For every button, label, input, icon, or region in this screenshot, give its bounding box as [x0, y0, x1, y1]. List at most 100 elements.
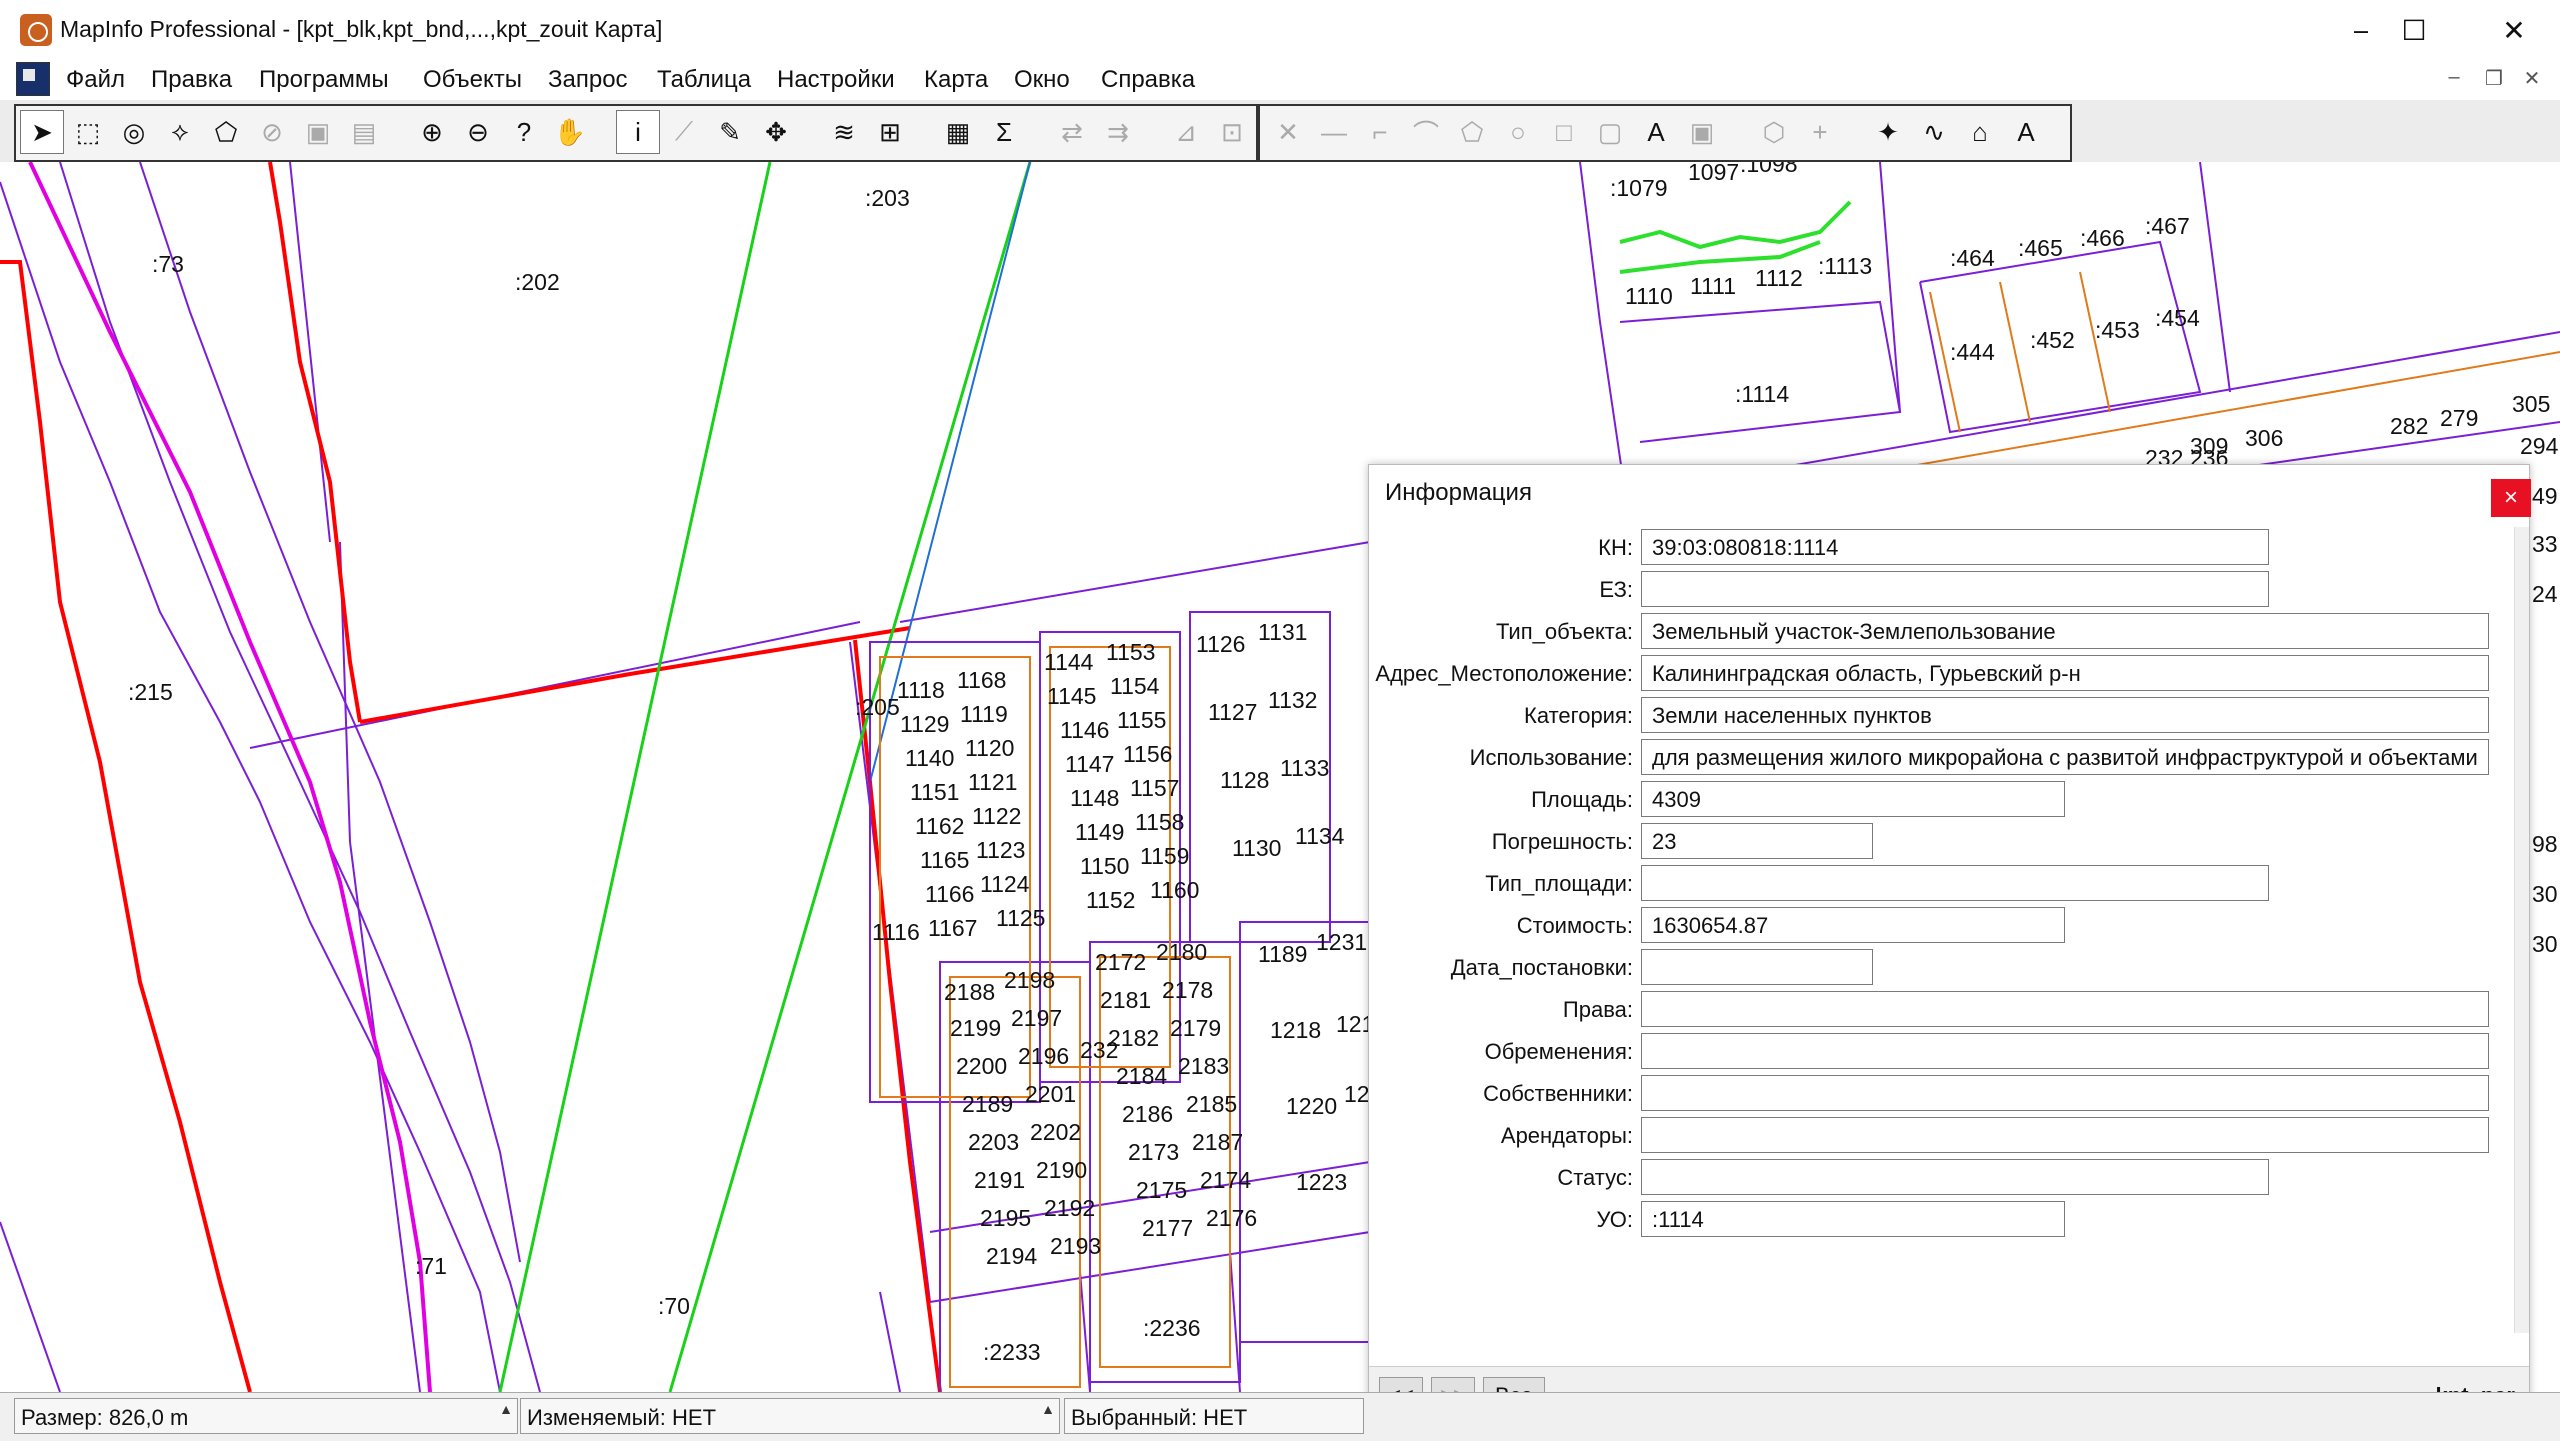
statistics-icon[interactable]: Σ — [982, 110, 1026, 154]
menu-objects[interactable]: Объекты — [423, 66, 522, 94]
menu-file[interactable]: Файл — [66, 66, 125, 94]
info-tool-icon[interactable]: i — [616, 110, 660, 154]
line-tool-icon[interactable]: — — [1312, 110, 1356, 154]
info-field-value[interactable]: :1114 — [1641, 1201, 2065, 1237]
change-view-icon[interactable]: ? — [502, 110, 546, 154]
text-tool-icon[interactable]: A — [1634, 110, 1678, 154]
menu-help[interactable]: Справка — [1101, 66, 1195, 94]
menu-edit[interactable]: Правка — [151, 66, 232, 94]
polygon-select-icon[interactable]: ⟡ — [158, 110, 202, 154]
radius-select-icon[interactable]: ◎ — [112, 110, 156, 154]
browse-icon[interactable]: ▦ — [936, 110, 980, 154]
info-field-label-wrap: Тип_площади: — [1369, 863, 1633, 905]
info-field-label: Статус: — [1557, 1165, 1633, 1190]
ruler-icon[interactable]: ⟋ — [662, 110, 706, 154]
mdi-minimize-button[interactable]: – — [2436, 66, 2472, 94]
info-field-label-wrap: Арендаторы: — [1369, 1115, 1633, 1157]
label-tool-icon[interactable]: ✎ — [708, 110, 752, 154]
status-selected-layer[interactable]: Выбранный: НЕТ — [1064, 1398, 1364, 1434]
line-style-icon[interactable]: ∿ — [1912, 110, 1956, 154]
graph-select-icon[interactable]: ▣ — [296, 110, 340, 154]
redistrict-icon[interactable]: ⇉ — [1096, 110, 1140, 154]
parcel-number: 1128 — [1220, 767, 1269, 793]
info-field-value[interactable] — [1641, 949, 1873, 985]
status-editable-layer[interactable]: Изменяемый: НЕТ ▲ — [520, 1398, 1060, 1434]
invert-select-icon[interactable]: ⊘ — [250, 110, 294, 154]
info-field-value[interactable] — [1641, 865, 2269, 901]
grabber-hand-icon[interactable]: ✋ — [548, 110, 592, 154]
add-node-icon[interactable]: + — [1798, 110, 1842, 154]
info-scrollbar[interactable] — [2514, 527, 2529, 1333]
info-field-value[interactable]: 4309 — [1641, 781, 2065, 817]
hotlink-icon[interactable]: ⇄ — [1050, 110, 1094, 154]
layer-control-icon[interactable]: ≋ — [822, 110, 866, 154]
info-field-value[interactable]: 1630654.87 — [1641, 907, 2065, 943]
menu-query[interactable]: Запрос — [548, 66, 628, 94]
arc-tool-icon[interactable]: ⌒ — [1404, 110, 1448, 154]
rectangle-tool-icon[interactable]: □ — [1542, 110, 1586, 154]
drag-window-icon[interactable]: ✥ — [754, 110, 798, 154]
parcel-number: 1223 — [1296, 1169, 1347, 1195]
window-close-btn[interactable]: ✕ — [2468, 0, 2560, 60]
map-label: :466 — [2080, 225, 2125, 251]
mdi-restore-button[interactable]: ❐ — [2476, 66, 2512, 94]
marquee-select-icon[interactable]: ⬚ — [66, 110, 110, 154]
menu-window[interactable]: Окно — [1014, 66, 1070, 94]
info-field-value[interactable] — [1641, 991, 2489, 1027]
info-close-button[interactable]: × — [2491, 479, 2531, 517]
map-label: 282 — [2390, 413, 2428, 439]
menu-options[interactable]: Настройки — [777, 66, 895, 94]
map-label: :1079 — [1610, 175, 1668, 201]
graph-icon[interactable]: ⊿ — [1164, 110, 1208, 154]
info-field-value[interactable] — [1641, 1159, 2269, 1195]
layout-icon[interactable]: ⊡ — [1210, 110, 1254, 154]
info-field-value[interactable]: Калининградская область, Гурьевский р-н — [1641, 655, 2489, 691]
info-field-value[interactable] — [1641, 1033, 2489, 1069]
zoom-in-icon[interactable]: ⊕ — [410, 110, 454, 154]
info-field-value[interactable]: для размещения жилого микрорайона с разв… — [1641, 739, 2489, 775]
polygon-tool-icon[interactable]: ⬠ — [1450, 110, 1494, 154]
parcel-number: 1140 — [905, 745, 954, 771]
parcel-number: 2188 — [944, 979, 995, 1005]
info-field-label-wrap: Права: — [1369, 989, 1633, 1031]
parcel-number: 1148 — [1070, 785, 1119, 811]
text-style-icon[interactable]: A — [2004, 110, 2048, 154]
parcel-number: 1150 — [1080, 853, 1129, 879]
legend-icon[interactable]: ⊞ — [868, 110, 912, 154]
zoom-out-icon[interactable]: ⊖ — [456, 110, 500, 154]
mdi-close-button[interactable]: ✕ — [2514, 66, 2550, 94]
boundary-select-icon[interactable]: ⬠ — [204, 110, 248, 154]
document-window-icon[interactable] — [16, 62, 50, 96]
polyline-tool-icon[interactable]: ⌐ — [1358, 110, 1402, 154]
unselect-icon[interactable]: ▤ — [342, 110, 386, 154]
status-zoom-size[interactable]: Размер: 826,0 m ▲ — [14, 1398, 518, 1434]
parcel-number: 1144 — [1044, 649, 1094, 675]
reshape-icon[interactable]: ⬡ — [1752, 110, 1796, 154]
select-arrow-icon[interactable]: ➤ — [20, 110, 64, 154]
info-field-value[interactable] — [1641, 1075, 2489, 1111]
frame-tool-icon[interactable]: ▣ — [1680, 110, 1724, 154]
menu-programs[interactable]: Программы — [259, 66, 389, 94]
symbol-style-icon[interactable]: ⌂ — [1958, 110, 2002, 154]
info-field-value[interactable]: Земельный участок-Землепользование — [1641, 613, 2489, 649]
parcel-number: 33 — [2532, 531, 2558, 557]
info-field-value[interactable] — [1641, 1117, 2489, 1153]
map-label: :453 — [2095, 317, 2140, 343]
info-field-value[interactable]: 23 — [1641, 823, 1873, 859]
info-window[interactable]: Информация × КН: 39:03:080818:1114 ЕЗ: Тип_… — [1368, 464, 2531, 1426]
info-field-value[interactable] — [1641, 571, 2269, 607]
rounded-rect-tool-icon[interactable]: ▢ — [1588, 110, 1632, 154]
parcel-number: 2187 — [1192, 1129, 1243, 1155]
parcel-number: 1124 — [980, 871, 1030, 897]
symbol-tool-icon[interactable]: ✕ — [1266, 110, 1310, 154]
info-field-row: ЕЗ: — [1369, 569, 2509, 611]
window-maximize-btn[interactable]: ☐ — [2368, 0, 2460, 60]
parcel-number: 1168 — [957, 667, 1006, 693]
menu-table[interactable]: Таблица — [657, 66, 751, 94]
map-label: :452 — [2030, 327, 2075, 353]
info-field-value[interactable]: Земли населенных пунктов — [1641, 697, 2489, 733]
ellipse-tool-icon[interactable]: ○ — [1496, 110, 1540, 154]
region-style-icon[interactable]: ✦ — [1866, 110, 1910, 154]
menu-map[interactable]: Карта — [924, 66, 988, 94]
info-field-value[interactable]: 39:03:080818:1114 — [1641, 529, 2269, 565]
